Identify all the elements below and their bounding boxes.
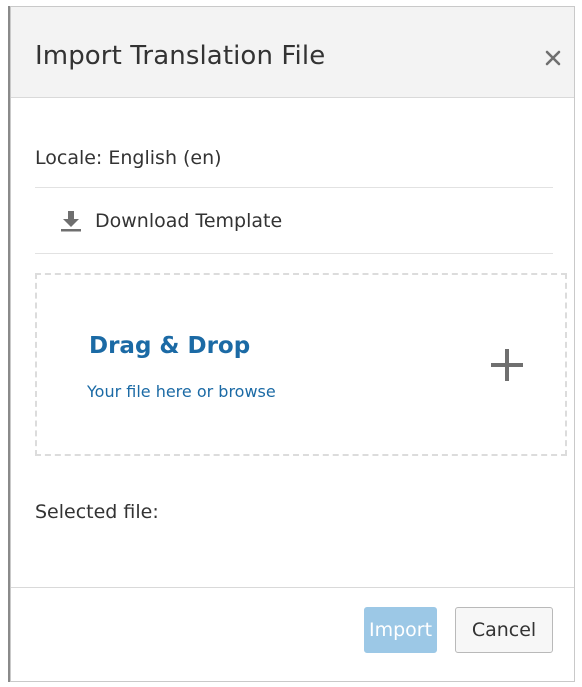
dialog-title: Import Translation File xyxy=(35,41,326,71)
import-translation-dialog: Import Translation File Locale: English … xyxy=(10,6,575,682)
footer-divider xyxy=(11,587,574,588)
divider xyxy=(35,187,553,188)
import-button[interactable]: Import xyxy=(364,607,437,653)
download-icon xyxy=(61,211,81,232)
download-template-label: Download Template xyxy=(95,210,283,232)
browse-link[interactable]: Your file here or browse xyxy=(87,382,276,401)
dialog-header: Import Translation File xyxy=(11,7,574,98)
close-icon xyxy=(545,50,561,66)
drop-zone-title: Drag & Drop xyxy=(89,333,251,359)
locale-label: Locale: English (en) xyxy=(35,147,222,169)
close-button[interactable] xyxy=(540,45,566,71)
cancel-button[interactable]: Cancel xyxy=(455,607,553,653)
download-template-link[interactable]: Download Template xyxy=(59,205,282,237)
selected-file-label: Selected file: xyxy=(35,501,159,523)
plus-icon xyxy=(491,349,523,381)
file-drop-zone[interactable]: Drag & Drop Your file here or browse xyxy=(35,273,567,456)
divider xyxy=(35,253,553,254)
